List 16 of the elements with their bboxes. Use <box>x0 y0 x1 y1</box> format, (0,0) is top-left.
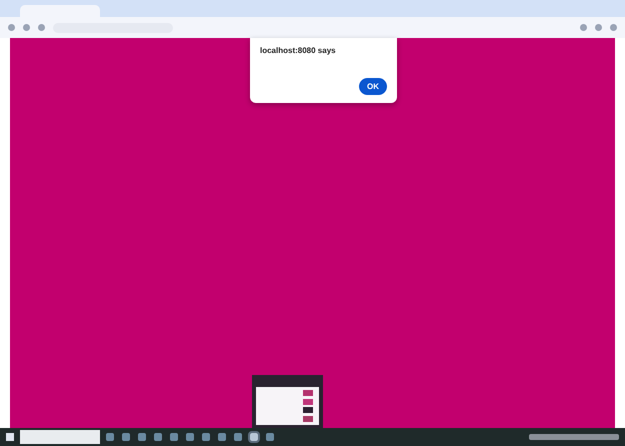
window-preview[interactable] <box>252 375 323 428</box>
taskbar-app-icon[interactable] <box>170 433 178 441</box>
taskbar-app-icon[interactable] <box>154 433 162 441</box>
taskbar-app-icon[interactable] <box>202 433 210 441</box>
taskbar-app-icon[interactable] <box>234 433 242 441</box>
dialog-title: localhost:8080 says <box>260 46 337 55</box>
search-field[interactable] <box>20 430 100 444</box>
taskbar-app-icon[interactable] <box>186 433 194 441</box>
taskbar-app-icon[interactable] <box>106 433 114 441</box>
ok-button[interactable]: OK <box>359 78 387 95</box>
start-icon[interactable] <box>6 433 14 441</box>
taskbar-app-icon[interactable] <box>266 433 274 441</box>
taskbar-app-icon[interactable] <box>250 433 258 441</box>
taskbar-app-icon[interactable] <box>138 433 146 441</box>
taskbar-app-icon[interactable] <box>122 433 130 441</box>
taskbar-app-icon[interactable] <box>218 433 226 441</box>
